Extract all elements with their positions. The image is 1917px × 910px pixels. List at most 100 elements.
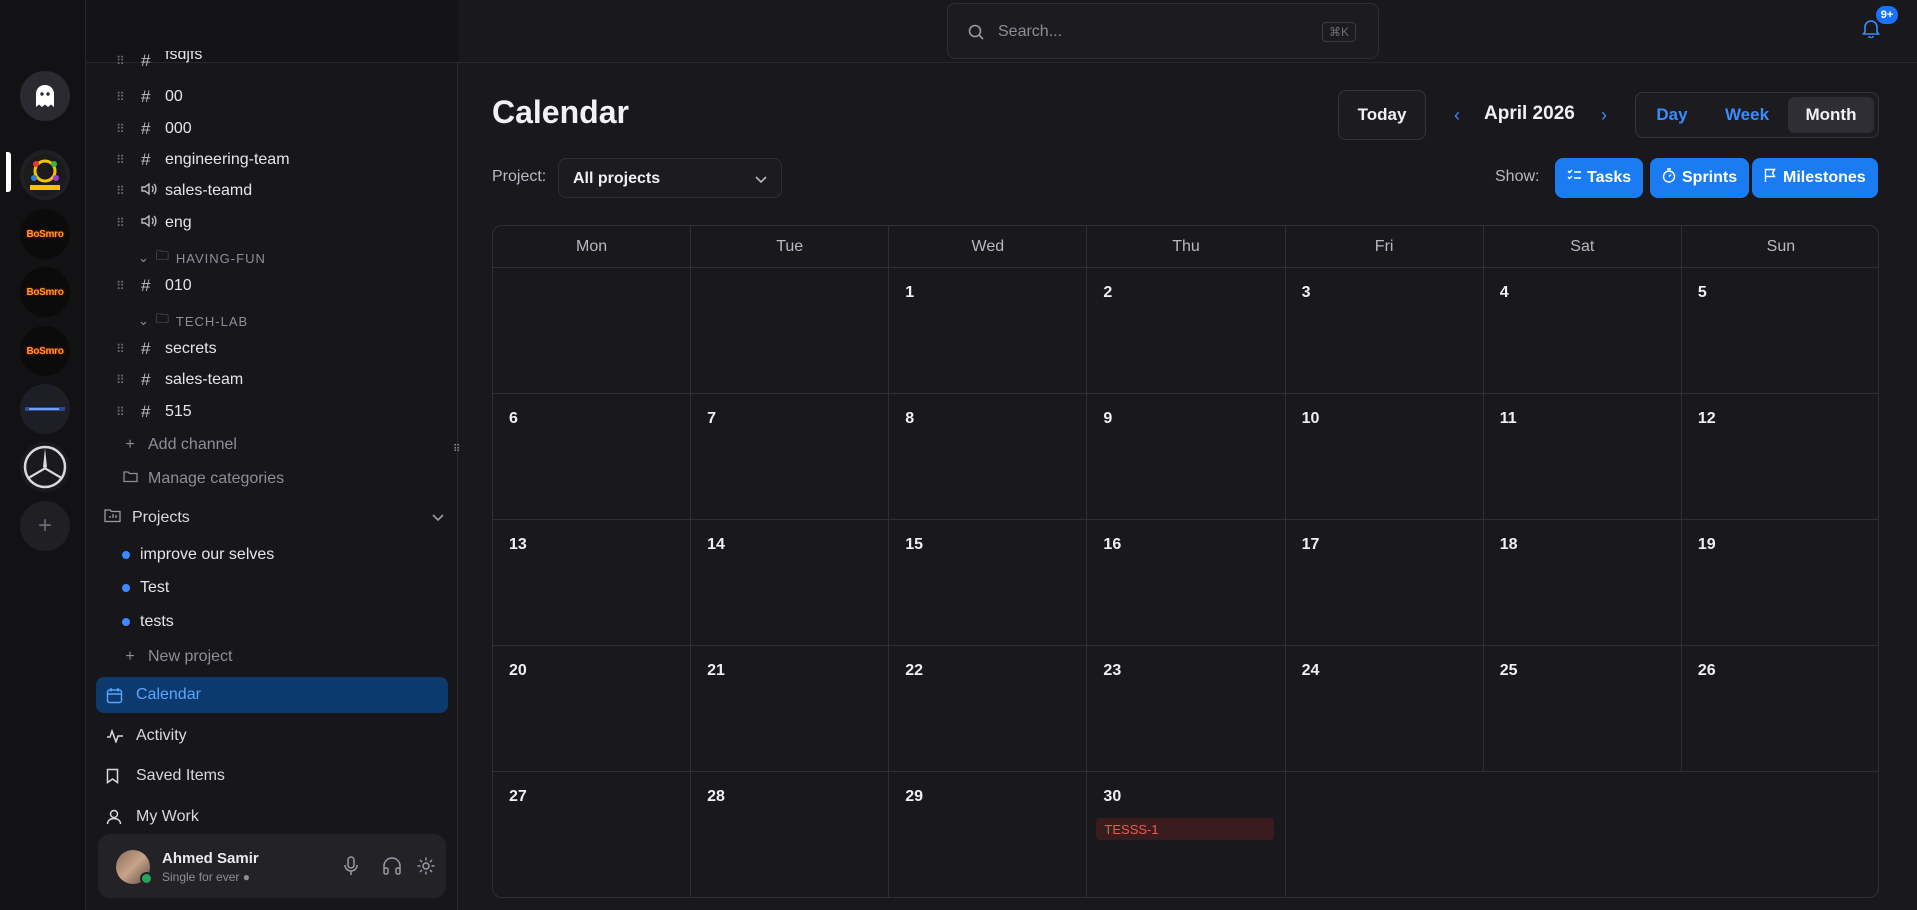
drag-handle-icon[interactable]: ⠿ [116,342,125,356]
project-label: tests [140,613,174,630]
nav-calendar[interactable]: Calendar [96,677,448,713]
day-cell[interactable]: 22 [889,646,1088,772]
day-cell[interactable]: 20 [493,646,692,772]
weekday-header: Thu [1087,226,1286,267]
view-week-button[interactable]: Week [1710,97,1784,133]
server-bosmro-3[interactable]: BoSmro [20,326,70,376]
server-ghost-icon[interactable] [20,71,70,121]
day-cell[interactable]: 26 [1681,646,1878,772]
nav-saved-items[interactable]: Saved Items [96,758,448,794]
day-cell[interactable]: 8 [889,394,1088,520]
hash-icon: # [141,276,151,295]
manage-categories-button[interactable]: Manage categories [122,465,284,493]
server-lakers-logo[interactable] [20,150,70,200]
project-item[interactable]: Test [122,574,169,602]
server-bosmro-2[interactable]: BoSmro [20,267,70,317]
day-cell[interactable]: 3 [1285,268,1484,394]
day-cell[interactable]: 14 [691,520,890,646]
drag-handle-icon[interactable]: ⠿ [116,153,125,167]
day-cell[interactable]: 28 [691,772,890,897]
view-day-button[interactable]: Day [1642,97,1702,133]
day-cell[interactable]: 19 [1681,520,1878,646]
search-input[interactable]: Search... ⌘K [947,3,1379,59]
channel-item[interactable]: ⠿ # engineering-team [86,146,458,174]
timer-icon [1662,168,1676,188]
headphones-icon[interactable] [382,856,402,881]
gear-icon[interactable] [416,856,436,881]
day-cell[interactable]: 17 [1285,520,1484,646]
channel-item[interactable]: ⠿ # 515 [86,398,458,426]
day-cell[interactable]: 21 [691,646,890,772]
project-dot-icon [122,618,130,626]
channel-item[interactable]: ⠿ # sales-team [86,366,458,394]
server-mercedes-logo[interactable] [20,442,70,492]
chevron-down-icon: ⌄ [138,250,150,265]
server-tech-logo[interactable] [20,384,70,434]
day-cell[interactable]: 29 [889,772,1088,897]
project-item[interactable]: improve our selves [122,541,274,569]
nav-activity[interactable]: Activity [96,718,448,754]
channel-item[interactable]: ⠿ # fsdjfs [86,51,458,71]
day-cell[interactable]: 6 [493,394,692,520]
next-month-chevron-right-icon[interactable]: › [1592,101,1616,129]
day-cell[interactable]: 12 [1681,394,1878,520]
day-cell[interactable]: 10 [1285,394,1484,520]
channel-item[interactable]: ⠿ # 00 [86,83,458,111]
project-select[interactable]: All projects [558,158,782,198]
project-item[interactable]: tests [122,608,174,636]
prev-month-chevron-left-icon[interactable]: ‹ [1445,101,1469,129]
chevron-down-icon[interactable] [432,509,444,527]
day-cell[interactable]: 2 [1087,268,1286,394]
channel-item[interactable]: ⠿ # 000 [86,115,458,143]
drag-handle-icon[interactable]: ⠿ [116,405,125,419]
projects-header[interactable]: Projects [104,504,444,532]
drag-handle-icon[interactable]: ⠿ [116,184,125,198]
day-cell[interactable]: 30 TESSS-1 [1087,772,1286,897]
folder-settings-icon [122,470,138,488]
hash-icon: # [141,119,151,138]
day-cell[interactable]: 5 [1681,268,1878,394]
view-month-button[interactable]: Month [1788,97,1874,133]
channel-item[interactable]: ⠿ eng [86,209,458,237]
category-tech-lab[interactable]: ⌄ 🗀 TECH-LAB [138,311,248,331]
day-cell[interactable]: 23 [1087,646,1286,772]
drag-handle-icon[interactable]: ⠿ [116,216,125,230]
category-having-fun[interactable]: ⌄ 🗀 HAVING-FUN [138,248,266,268]
nav-calendar-label: Calendar [136,686,201,703]
day-cell[interactable]: 16 [1087,520,1286,646]
day-cell[interactable]: 27 [493,772,692,897]
drag-handle-icon[interactable]: ⠿ [116,90,125,104]
filter-sprints-toggle[interactable]: Sprints [1650,158,1750,198]
day-cell[interactable]: 15 [889,520,1088,646]
calendar-event[interactable]: TESSS-1 [1096,818,1275,840]
drag-handle-icon[interactable]: ⠿ [116,373,125,387]
server-bosmro-1[interactable]: BoSmro [20,209,70,259]
channel-item[interactable]: ⠿ sales-teamd [86,177,458,205]
day-cell[interactable]: 24 [1285,646,1484,772]
add-server-icon[interactable]: + [20,501,70,551]
filter-milestones-toggle[interactable]: Milestones [1752,158,1878,198]
channel-item[interactable]: ⠿ # 010 [86,272,458,300]
drag-handle-icon[interactable]: ⠿ [116,279,125,293]
day-cell[interactable]: 7 [691,394,890,520]
app-root: BoSmro BoSmro BoSmro + ⠿ # fsdjfs ⠿ # 00… [0,0,1917,910]
drag-handle-icon[interactable]: ⠿ [116,122,125,136]
day-cell[interactable]: 13 [493,520,692,646]
day-cell[interactable]: 25 [1483,646,1682,772]
day-cell[interactable]: 11 [1483,394,1682,520]
drag-handle-icon[interactable]: ⠿ [116,54,125,68]
day-cell[interactable]: 4 [1483,268,1682,394]
nav-my-work[interactable]: My Work [96,799,448,835]
day-cell[interactable]: 9 [1087,394,1286,520]
bell-icon[interactable] [1861,18,1881,43]
day-number: 19 [1697,536,1716,553]
today-button[interactable]: Today [1338,90,1426,140]
filter-tasks-toggle[interactable]: Tasks [1555,158,1644,198]
sidebar-resize-handle[interactable]: ⠿ [453,444,463,460]
microphone-icon[interactable] [344,856,358,881]
day-cell[interactable]: 18 [1483,520,1682,646]
day-cell[interactable]: 1 [889,268,1088,394]
channel-item[interactable]: ⠿ # secrets [86,335,458,363]
add-channel-button[interactable]: + Add channel [122,431,237,459]
new-project-button[interactable]: + New project [122,643,232,671]
